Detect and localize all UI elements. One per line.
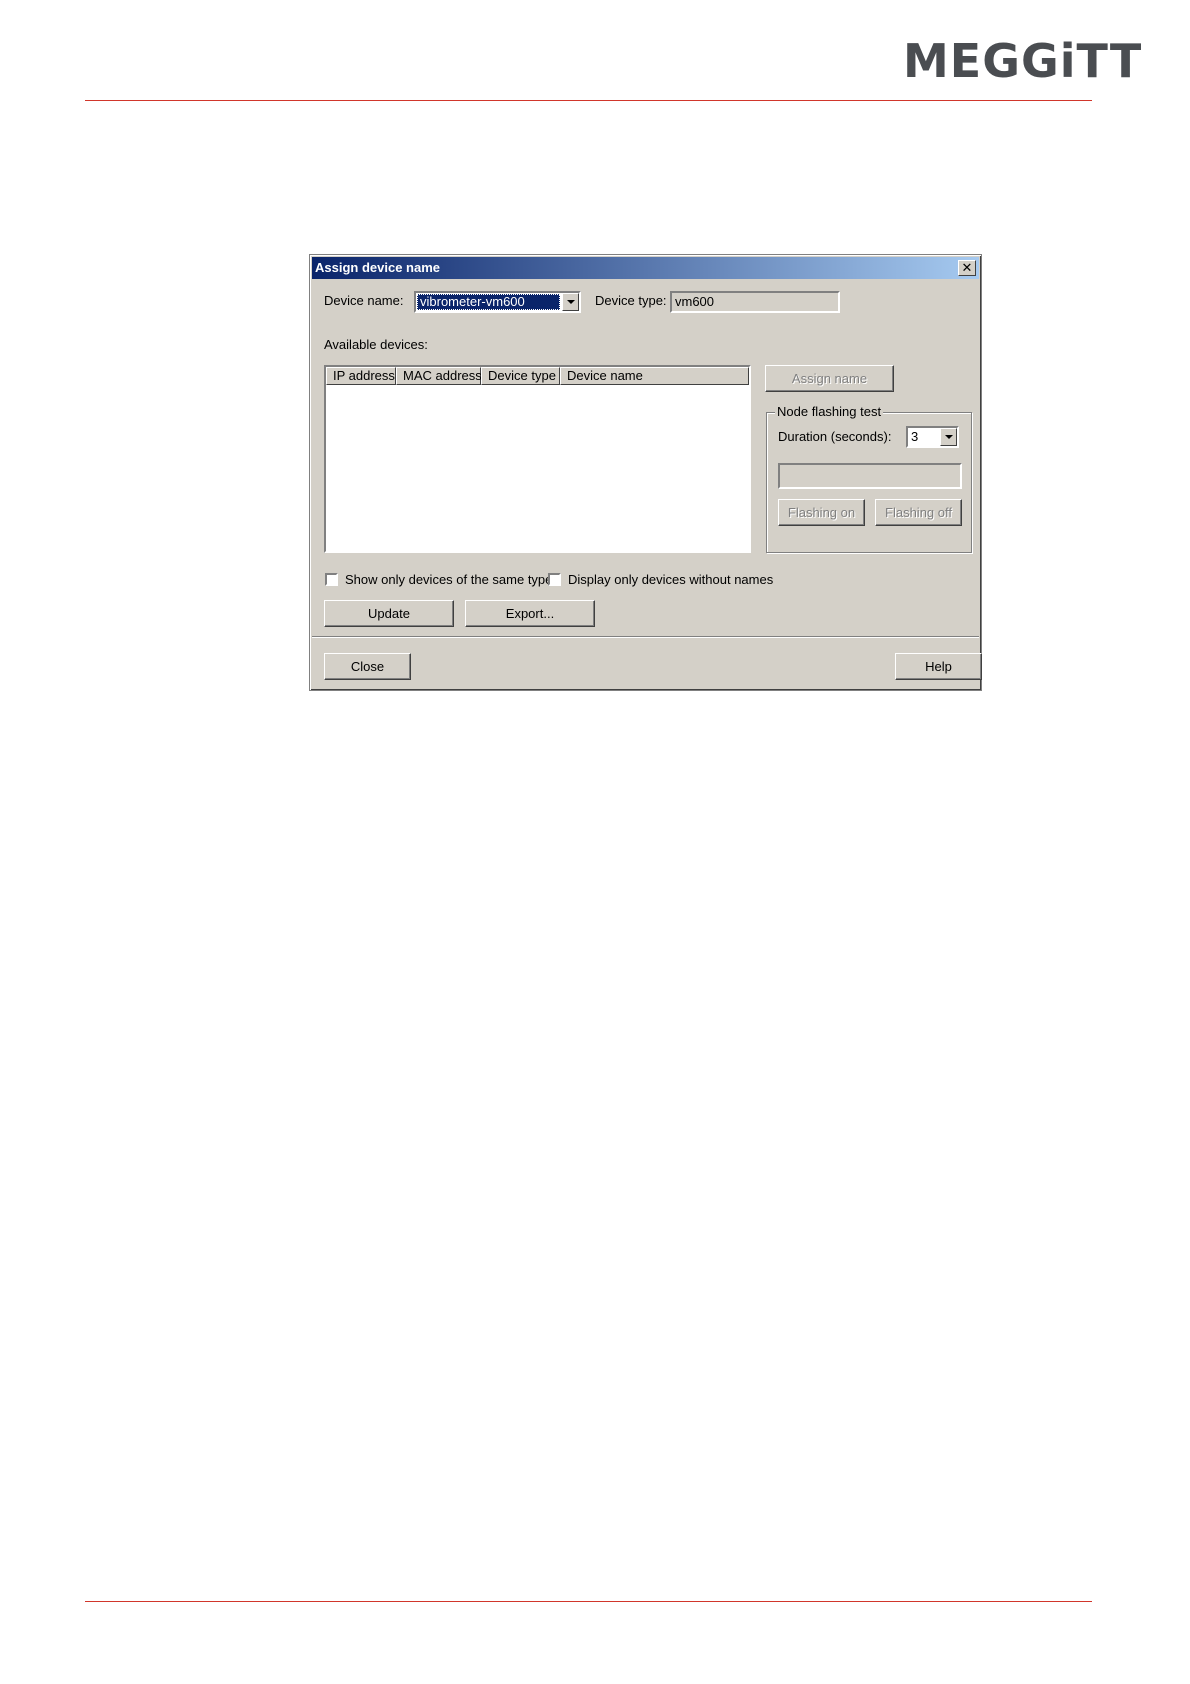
export-button[interactable]: Export... — [465, 600, 595, 627]
duration-value: 3 — [911, 429, 919, 444]
device-type-field: vm600 — [670, 291, 840, 313]
dialog-title: Assign device name — [315, 260, 440, 275]
available-devices-list[interactable]: IP address MAC address Device type Devic… — [324, 365, 751, 553]
node-flashing-test-label: Node flashing test — [775, 404, 884, 419]
chevron-down-icon[interactable] — [940, 428, 957, 446]
flashing-off-button[interactable]: Flashing off — [875, 499, 962, 526]
close-button[interactable]: Close — [324, 653, 411, 680]
device-name-combobox[interactable]: vibrometer-vm600 — [414, 291, 581, 313]
close-icon[interactable]: ✕ — [958, 260, 976, 276]
node-flashing-test-group: Node flashing test Duration (seconds): 3… — [766, 404, 972, 553]
footer-rule — [85, 1601, 1092, 1602]
meggitt-logo: MEGGiTT — [903, 34, 1143, 88]
update-button[interactable]: Update — [324, 600, 454, 627]
duration-label: Duration (seconds): — [778, 429, 892, 444]
device-type-label: Device type: — [595, 293, 667, 308]
chevron-down-icon[interactable] — [562, 293, 579, 311]
assign-device-name-dialog: Assign device name ✕ Device name: vibrom… — [309, 254, 982, 691]
dialog-separator — [312, 636, 979, 638]
device-name-label: Device name: — [324, 293, 404, 308]
header-rule — [85, 100, 1092, 101]
flashing-progress-bar — [778, 463, 962, 489]
list-header: IP address MAC address Device type Devic… — [326, 367, 749, 385]
column-header-device-name[interactable]: Device name — [560, 367, 749, 385]
device-name-value: vibrometer-vm600 — [417, 294, 560, 310]
duration-combobox[interactable]: 3 — [906, 426, 959, 448]
column-header-mac-address[interactable]: MAC address — [396, 367, 482, 385]
dialog-titlebar[interactable]: Assign device name ✕ — [312, 257, 979, 279]
assign-name-button[interactable]: Assign name — [765, 365, 894, 392]
same-type-checkbox[interactable] — [325, 573, 338, 586]
column-header-ip-address[interactable]: IP address — [326, 367, 396, 385]
column-header-device-type[interactable]: Device type — [481, 367, 560, 385]
without-names-checkbox-label[interactable]: Display only devices without names — [568, 572, 773, 587]
available-devices-label: Available devices: — [324, 337, 428, 352]
device-type-value: vm600 — [675, 294, 715, 309]
flashing-on-button[interactable]: Flashing on — [778, 499, 865, 526]
without-names-checkbox[interactable] — [548, 573, 561, 586]
same-type-checkbox-label[interactable]: Show only devices of the same type — [345, 572, 552, 587]
help-button[interactable]: Help — [895, 653, 982, 680]
